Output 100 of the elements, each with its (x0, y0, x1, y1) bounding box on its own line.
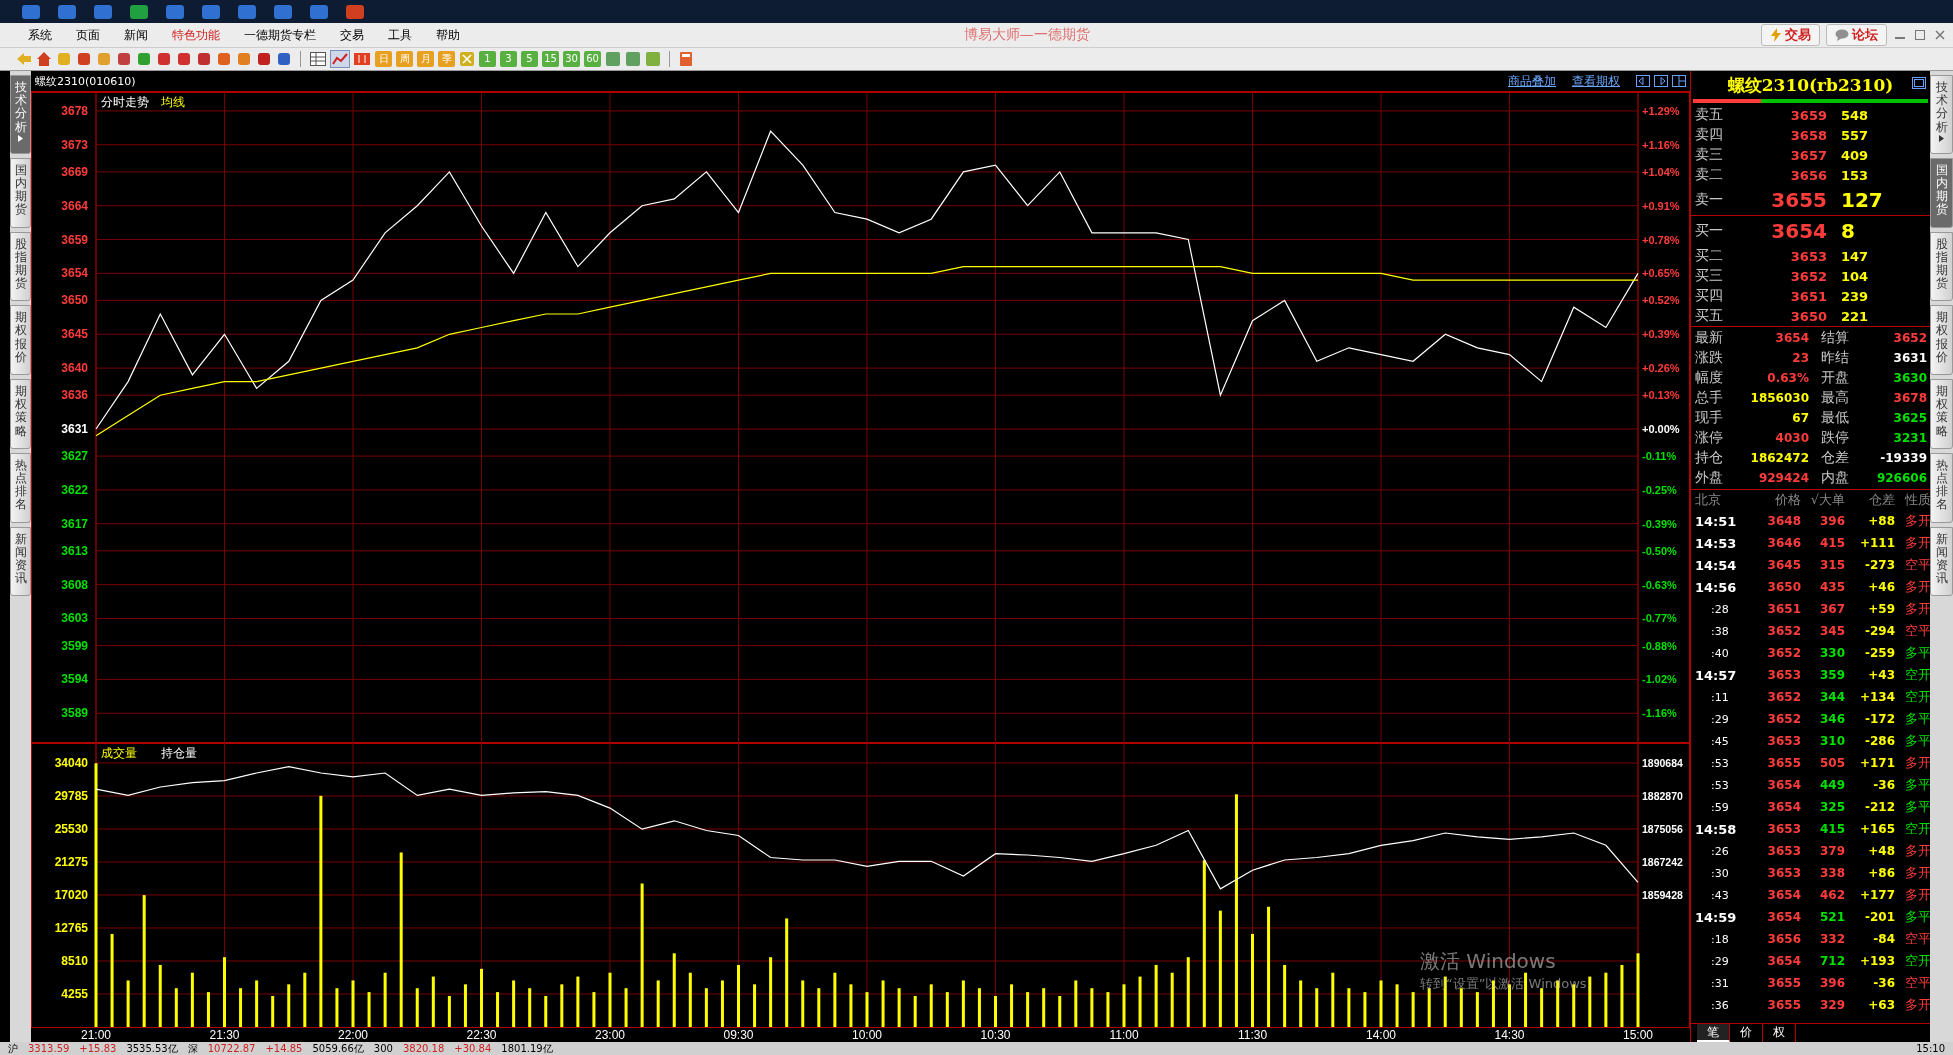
app-icon[interactable] (56, 2, 78, 21)
time-label: 11:30 (1237, 1028, 1268, 1041)
table-icon[interactable] (309, 51, 327, 67)
menu-item[interactable]: 一德期货专栏 (232, 26, 328, 44)
axis-label: 25530 (54, 821, 88, 836)
axis-label: 3627 (61, 449, 88, 464)
menu-item[interactable]: 特色功能 (160, 26, 232, 44)
volume-bar (335, 988, 339, 1027)
percent-label: +0.00% (1642, 423, 1680, 435)
link[interactable]: 商品叠加 (1508, 72, 1556, 90)
volume-bar (1042, 988, 1046, 1027)
volume-bar (592, 992, 596, 1027)
window-icon[interactable] (1912, 77, 1926, 89)
clock: 15:10 (1916, 1043, 1945, 1054)
maximize-icon[interactable] (1913, 29, 1927, 41)
menu-item[interactable]: 新闻 (112, 26, 160, 44)
trade-volume: 332 (1818, 932, 1845, 946)
side-tab[interactable]: 国内期货 (10, 157, 31, 228)
toolbar-icon[interactable] (156, 51, 172, 67)
menu-item[interactable]: 工具 (376, 26, 424, 44)
axis-label: 3599 (61, 638, 88, 653)
close-icon[interactable] (1933, 29, 1947, 41)
forum-button[interactable]: 论坛 (1826, 24, 1887, 46)
menu-item[interactable]: 页面 (64, 26, 112, 44)
percent-label: -0.63% (1642, 578, 1677, 591)
side-tab[interactable]: 股指期货 (1930, 231, 1953, 302)
axis-label: 3589 (61, 706, 88, 721)
menu-item[interactable]: 系统 (16, 26, 64, 44)
price-value: 3656 (1789, 167, 1827, 183)
open-interest-change: +111 (1858, 536, 1895, 550)
price-value: 3659 (1789, 107, 1827, 123)
link[interactable]: 查看期权 (1572, 72, 1620, 90)
toolbar-icon[interactable] (276, 51, 292, 67)
side-tab[interactable]: 新闻资讯 (1930, 526, 1953, 597)
trade-price: 3645 (1766, 558, 1801, 572)
app-icon[interactable] (20, 2, 42, 21)
toolbar-icon[interactable] (116, 51, 132, 67)
app-icon[interactable] (344, 2, 366, 21)
level-label: 买二 (1695, 247, 1724, 265)
axis-label: 3640 (61, 361, 88, 376)
toolbar-icon[interactable] (176, 51, 192, 67)
trade-time: :18 (1710, 932, 1730, 946)
app-icon[interactable] (164, 2, 186, 21)
volume-bar (271, 995, 275, 1027)
side-tab[interactable]: 期权报价 (10, 305, 31, 375)
app-icon[interactable] (128, 2, 150, 21)
side-tab[interactable]: 新闻资讯 (10, 526, 31, 597)
menu-item[interactable]: 交易 (328, 26, 376, 44)
side-tab[interactable]: 期权策略 (10, 379, 31, 449)
side-tab[interactable]: 期权报价 (1930, 305, 1953, 375)
panel-tab[interactable]: 笔 (1697, 1024, 1730, 1042)
home-icon[interactable] (36, 51, 52, 67)
volume-bar (1347, 988, 1351, 1027)
cross-icon[interactable] (459, 51, 475, 67)
candlestick-icon[interactable] (353, 51, 371, 67)
app-icon[interactable] (236, 2, 258, 21)
app-icon[interactable] (200, 2, 222, 21)
stat-value: 0.63% (1766, 371, 1809, 385)
stat-value: 929424 (1757, 471, 1809, 485)
toolbar-icon[interactable] (625, 51, 641, 67)
open-interest-change: +63 (1867, 998, 1895, 1012)
volume-value: 8 (1840, 219, 1856, 243)
side-tab[interactable]: 国内期货 (1930, 157, 1953, 228)
volume-bar (945, 992, 949, 1027)
toolbar-icon[interactable] (76, 51, 92, 67)
toolbar-icon[interactable] (236, 51, 252, 67)
price-value: 3655 (1770, 188, 1827, 212)
toolbar-icon[interactable] (216, 51, 232, 67)
index-change: +30.84 (454, 1043, 492, 1054)
trade-button[interactable]: 交易 (1761, 24, 1820, 46)
instrument-label: 螺纹2310(010610) (35, 73, 136, 89)
trade-volume: 415 (1818, 822, 1845, 836)
toolbar-icon[interactable] (196, 51, 212, 67)
calculator-icon[interactable] (678, 51, 694, 67)
percent-label: +0.13% (1642, 389, 1680, 402)
trade-price: 3652 (1766, 712, 1801, 726)
layout-icon[interactable] (1672, 75, 1686, 87)
line-chart-icon[interactable] (331, 51, 349, 67)
volume-value: 548 (1840, 107, 1870, 123)
trade-type: 多开 (1904, 886, 1930, 904)
side-tab[interactable]: 热点排名 (1930, 452, 1953, 523)
app-icon[interactable] (272, 2, 294, 21)
menu-item[interactable]: 帮助 (424, 26, 472, 44)
app-icon[interactable] (308, 2, 330, 21)
side-tab[interactable]: 股指期货 (10, 231, 31, 302)
toolbar-icon[interactable] (605, 51, 621, 67)
side-tab[interactable]: 热点排名 (10, 452, 31, 523)
toolbar-icon[interactable] (136, 51, 152, 67)
toolbar-icon[interactable] (645, 51, 661, 67)
time-label: 23:00 (595, 1028, 625, 1041)
axis-label: 3659 (61, 232, 88, 247)
app-icon[interactable] (92, 2, 114, 21)
toolbar-icon[interactable] (256, 51, 272, 67)
side-tab[interactable]: 技术分析 (10, 75, 31, 154)
axis-label: 3673 (61, 137, 88, 152)
volume-bar (704, 988, 708, 1027)
level-label: 买四 (1695, 287, 1724, 305)
trade-time: 14:57 (1695, 667, 1738, 683)
side-tab[interactable]: 期权策略 (1930, 379, 1953, 449)
side-tab[interactable]: 技术分析 (1930, 75, 1953, 154)
